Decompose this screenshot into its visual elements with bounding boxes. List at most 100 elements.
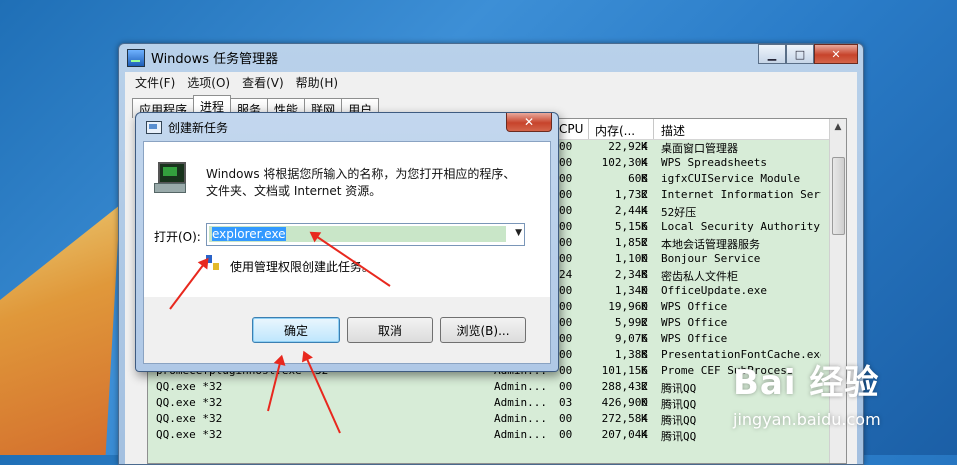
open-input[interactable]: explorer.exe [209,226,506,242]
process-cpu: 00 [559,380,573,393]
dialog-button-bar: 确定 取消 浏览(B)... [143,297,551,364]
cancel-button[interactable]: 取消 [347,317,433,343]
dialog-close-button[interactable]: ✕ [506,113,552,132]
process-memory: 101,156 [601,364,648,377]
table-row[interactable]: QQ.exe *32 Admin... 00 272,584 K 腾讯QQ [148,411,830,427]
column-description[interactable]: 描述 [661,122,685,139]
memory-unit: K [641,428,648,441]
open-combobox[interactable]: explorer.exe ▼ [206,223,525,246]
process-cpu: 00 [559,332,573,345]
memory-unit: K [641,284,648,297]
browse-button[interactable]: 浏览(B)... [440,317,526,343]
process-cpu: 00 [559,412,573,425]
process-user: Admin... [494,380,547,393]
process-description: WPS Office [661,300,728,313]
process-description: 本地会话管理器服务 [661,238,760,251]
memory-unit: K [641,204,648,217]
menu-view[interactable]: 查看(V) [238,74,288,91]
dialog-description: Windows 将根据您所输入的名称，为您打开相应的程序、 文件夹、文档或 In… [206,166,526,200]
taskmgr-icon [127,48,145,67]
scroll-thumb[interactable] [832,157,845,235]
memory-unit: K [641,316,648,329]
process-cpu: 00 [559,284,573,297]
memory-unit: K [641,348,648,361]
process-memory: 1,852 [614,236,648,249]
caption-buttons: ▁ □ ✕ [758,44,858,64]
description-line: Windows 将根据您所输入的名称，为您打开相应的程序、 [206,167,516,181]
memory-unit: K [641,140,648,153]
column-divider[interactable] [588,119,589,139]
process-user: Admin... [494,396,547,409]
process-name: QQ.exe *32 [156,412,223,425]
windows-logo-background [0,205,120,455]
process-memory: 272,584 [601,412,648,425]
task-manager-titlebar[interactable]: Windows 任务管理器 [127,48,278,67]
minimize-button[interactable]: ▁ [758,44,786,64]
process-description: Internet Information Servi [661,188,821,201]
process-description: Bonjour Service [661,252,761,265]
process-cpu: 00 [559,172,573,185]
maximize-button[interactable]: □ [786,44,814,64]
column-cpu[interactable]: CPU [559,122,583,136]
process-description: 52好压 [661,206,697,219]
process-memory: 5,156 [614,220,648,233]
menu-file[interactable]: 文件(F) [131,74,179,91]
dialog-title: 创建新任务 [168,121,229,135]
memory-unit: K [641,332,648,345]
open-label: 打开(O): [154,230,201,244]
process-memory: 2,348 [614,268,648,281]
process-description: 桌面窗口管理器 [661,142,738,155]
process-description: Local Security Authority P [661,220,821,233]
process-cpu: 00 [559,204,573,217]
table-row[interactable]: QQ.exe *32 Admin... 00 207,044 K 腾讯QQ [148,427,830,443]
close-button[interactable]: ✕ [814,44,858,64]
watermark-sub: jingyan.baidu.com [733,410,881,429]
process-user: Admin... [494,412,547,425]
process-cpu: 00 [559,428,573,441]
run-icon [146,121,162,134]
memory-unit: K [641,412,648,425]
memory-unit: K [641,300,648,313]
process-memory: 288,432 [601,380,648,393]
process-cpu: 00 [559,188,573,201]
dialog-body: Windows 将根据您所输入的名称，为您打开相应的程序、 文件夹、文档或 In… [143,141,551,299]
menu-options[interactable]: 选项(O) [183,74,234,91]
memory-unit: K [641,252,648,265]
ok-button[interactable]: 确定 [252,317,340,343]
process-memory: 207,044 [601,428,648,441]
process-description: igfxCUIService Module [661,172,801,185]
memory-unit: K [641,236,648,249]
process-description: WPS Office [661,316,728,329]
create-task-dialog[interactable]: 创建新任务 ✕ Windows 将根据您所输入的名称，为您打开相应的程序、 文件… [135,112,559,372]
process-cpu: 03 [559,396,573,409]
process-memory: 22,924 [608,140,648,153]
process-memory: 2,444 [614,204,648,217]
process-cpu: 00 [559,300,573,313]
memory-unit: K [641,188,648,201]
process-cpu: 00 [559,220,573,233]
process-cpu: 00 [559,156,573,169]
process-name: QQ.exe *32 [156,396,223,409]
open-input-value: explorer.exe [212,227,286,241]
process-memory: 9,076 [614,332,648,345]
column-divider[interactable] [653,119,654,139]
dropdown-arrow-icon[interactable]: ▼ [515,228,522,238]
scroll-up-arrow-icon[interactable]: ▲ [830,119,846,135]
process-description: 腾讯QQ [661,430,697,443]
table-row[interactable]: QQ.exe *32 Admin... 03 426,900 K 腾讯QQ [148,395,830,411]
process-description: WPS Office [661,332,728,345]
memory-unit: K [641,396,648,409]
column-memory[interactable]: 内存(... [595,122,635,139]
watermark-main: Bai 经验 [733,363,880,403]
process-name: QQ.exe *32 [156,428,223,441]
dialog-titlebar[interactable]: 创建新任务 [146,119,228,136]
table-row[interactable]: QQ.exe *32 Admin... 00 288,432 K 腾讯QQ [148,379,830,395]
memory-unit: K [641,380,648,393]
process-memory: 1,732 [614,188,648,201]
process-description: 密齿私人文件柜 [661,270,738,283]
menu-help[interactable]: 帮助(H) [292,74,342,91]
process-memory: 5,992 [614,316,648,329]
process-cpu: 00 [559,236,573,249]
memory-unit: K [641,172,648,185]
process-description: WPS Spreadsheets [661,156,767,169]
